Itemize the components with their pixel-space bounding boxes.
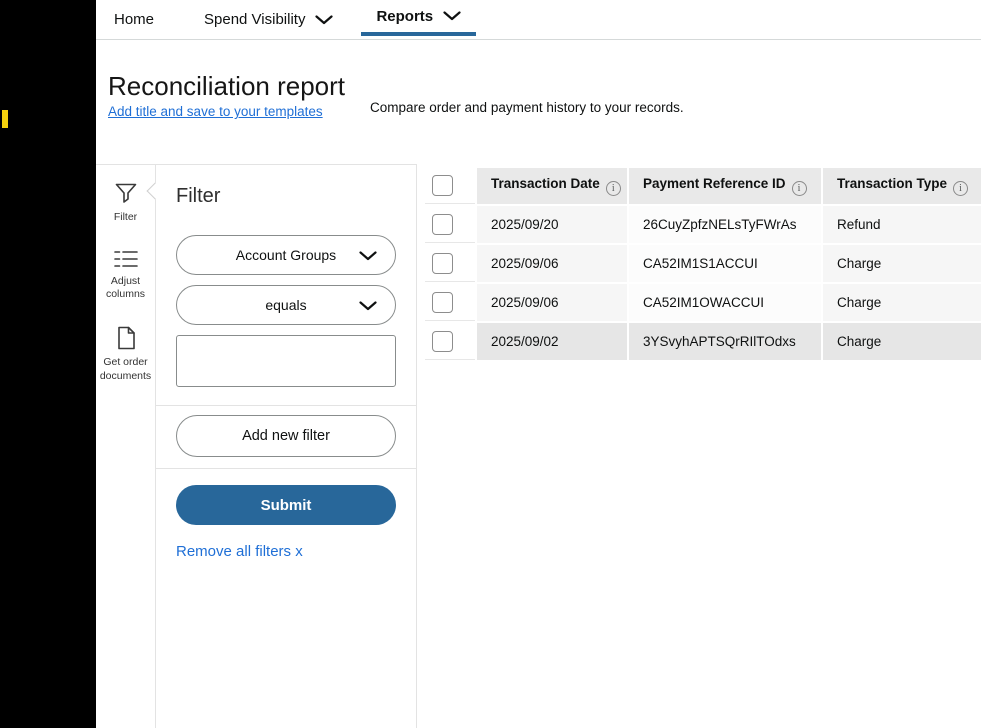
info-icon[interactable]: i [953,181,969,196]
cell-payment-reference-id: CA52IM1S1ACCUI [629,245,821,282]
content-row: Filter Adjust columns Get order document… [96,164,981,728]
divider [156,405,416,406]
submit-button[interactable]: Submit [176,485,396,525]
adjust-columns-icon [113,251,138,267]
document-icon [117,327,135,350]
row-checkbox[interactable] [432,330,453,352]
tool-rail: Filter Adjust columns Get order document… [96,164,155,728]
column-header-payment-reference-id[interactable]: Payment Reference ID i [629,168,821,204]
column-header-transaction-date[interactable]: Transaction Date i [477,168,627,204]
row-checkbox[interactable] [432,291,453,313]
cell-transaction-type: Refund [823,206,981,243]
chevron-down-icon [359,301,377,311]
cell-transaction-date: 2025/09/06 [477,284,627,321]
save-template-link[interactable]: Add title and save to your templates [108,104,323,119]
page-header: Reconciliation report Add title and save… [96,40,981,164]
table-header-row: Transaction Date i Payment Reference ID i … [425,168,981,204]
cell-payment-reference-id: CA52IM1OWACCUI [629,284,821,321]
cell-transaction-type: Charge [823,245,981,282]
rail-filter-label: Filter [113,211,138,223]
filter-heading: Filter [176,185,221,207]
chevron-down-icon [359,251,377,261]
table-row[interactable]: 2025/09/06 CA52IM1OWACCUI Charge [425,284,981,321]
rail-item-filter[interactable]: Filter [96,180,155,224]
page-title: Reconciliation report [108,71,346,101]
yellow-position-marker [2,110,8,128]
nav-spend-label: Spend Visibility [204,11,306,28]
chevron-down-icon [315,14,334,24]
rail-item-get-order-documents[interactable]: Get order documents [96,325,155,382]
chevron-down-icon [443,11,461,21]
table-row[interactable]: 2025/09/06 CA52IM1S1ACCUI Charge [425,245,981,282]
nav-item-home[interactable]: Home [114,0,154,39]
table-row[interactable]: 2025/09/02 3YSvyhAPTSQrRIlTOdxs Charge [425,323,981,360]
results-table-area: Transaction Date i Payment Reference ID i … [417,164,981,728]
info-icon[interactable]: i [605,181,621,196]
cell-payment-reference-id: 3YSvyhAPTSQrRIlTOdxs [629,323,821,360]
transactions-table: Transaction Date i Payment Reference ID i … [423,166,981,362]
filter-field-select[interactable]: Account Groups [176,235,396,275]
nav-reports-label: Reports [376,7,434,25]
rail-adjust-columns-label: Adjust columns [105,275,146,301]
column-header-transaction-type[interactable]: Transaction Type i [823,168,981,204]
filter-operator-value: equals [265,297,307,313]
table-row[interactable]: 2025/09/20 26CuyZpfzNELsTyFWrAs Refund [425,206,981,243]
remove-all-filters-link[interactable]: Remove all filters x [176,543,303,560]
main-area: Home Spend Visibility Reports Reconcilia… [96,0,981,728]
add-new-filter-button[interactable]: Add new filter [176,415,396,457]
filter-field-value: Account Groups [235,247,337,263]
nav-home-label: Home [114,11,155,28]
cell-transaction-type: Charge [823,323,981,360]
info-icon[interactable]: i [791,181,807,196]
nav-item-spend-visibility[interactable]: Spend Visibility [204,0,334,39]
page-description: Compare order and payment history to you… [370,100,684,115]
divider [156,468,416,469]
cell-payment-reference-id: 26CuyZpfzNELsTyFWrAs [629,206,821,243]
cell-transaction-type: Charge [823,284,981,321]
filter-value-input[interactable] [176,335,396,387]
select-all-cell [425,168,475,204]
filter-operator-select[interactable]: equals [176,285,396,325]
select-all-checkbox[interactable] [432,175,453,196]
cell-transaction-date: 2025/09/20 [477,206,627,243]
funnel-icon [115,183,136,203]
nav-item-reports[interactable]: Reports [361,0,477,36]
collapsed-side-rail [0,0,96,728]
row-checkbox[interactable] [432,252,453,274]
cell-transaction-date: 2025/09/02 [477,323,627,360]
rail-item-adjust-columns[interactable]: Adjust columns [96,248,155,301]
row-checkbox[interactable] [432,213,453,235]
cell-transaction-date: 2025/09/06 [477,245,627,282]
top-navigation: Home Spend Visibility Reports [96,0,981,40]
filter-panel: Filter Account Groups equals Add new fil… [146,164,417,728]
rail-get-order-documents-label: Get order documents [99,356,152,382]
